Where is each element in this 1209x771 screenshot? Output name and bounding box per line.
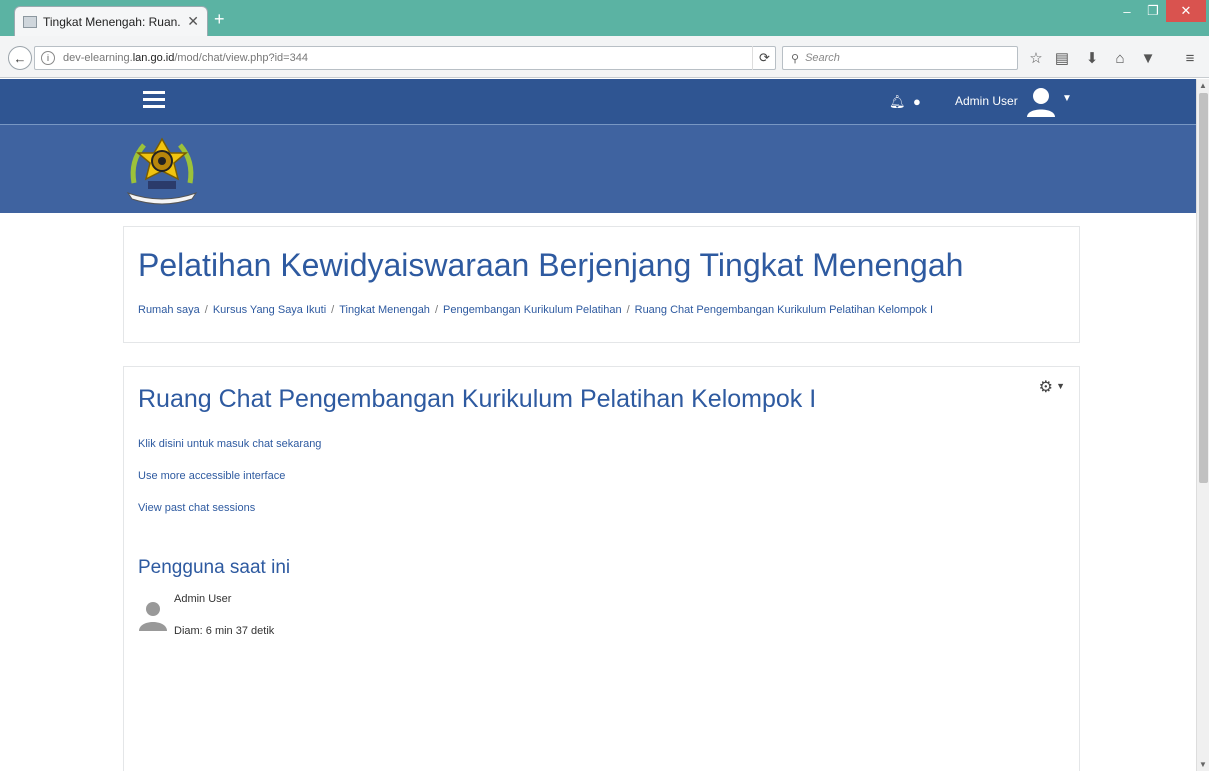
breadcrumb-item-category[interactable]: Tingkat Menengah (339, 304, 430, 316)
past-sessions-link[interactable]: View past chat sessions (138, 502, 255, 514)
url-host: lan.go.id (132, 52, 175, 64)
arrow-left-icon: ← (13, 50, 27, 66)
download-icon[interactable]: ⬇ (1080, 46, 1104, 70)
back-button[interactable]: ← (8, 46, 32, 70)
search-placeholder: Search (805, 52, 840, 64)
reload-icon: ⟳ (759, 50, 770, 65)
chevron-down-icon[interactable]: ▼ (1062, 93, 1072, 104)
scroll-down-icon[interactable]: ▼ (1197, 760, 1209, 769)
hamburger-menu-icon[interactable] (143, 91, 165, 109)
address-bar[interactable]: i dev-elearning. lan.go.id/mod/chat/view.… (34, 46, 776, 70)
tab-title: Tingkat Menengah: Ruan... (43, 14, 182, 29)
accessible-interface-link[interactable]: Use more accessible interface (138, 470, 285, 482)
breadcrumb-item-activity[interactable]: Ruang Chat Pengembangan Kurikulum Pelati… (635, 304, 933, 316)
user-menu-name[interactable]: Admin User (955, 94, 1018, 108)
gear-icon[interactable]: ⚙ (1039, 377, 1053, 397)
breadcrumb-separator: / (626, 304, 630, 316)
site-navbar: 🔔︎ ● Admin User ▼ (0, 79, 1196, 125)
site-logo[interactable] (120, 131, 204, 209)
current-user-name[interactable]: Admin User (174, 593, 231, 605)
url-prefix: dev-elearning. (63, 52, 133, 64)
scroll-thumb[interactable] (1199, 93, 1208, 483)
breadcrumb-separator: / (434, 304, 438, 316)
browser-tab-bar: Tingkat Menengah: Ruan... ✕ + – ❐ ✕ (0, 0, 1209, 36)
current-user-idle-time: Diam: 6 min 37 detik (174, 625, 275, 637)
window-maximize-button[interactable]: ❐ (1140, 0, 1166, 22)
browser-nav-bar: ← i dev-elearning. lan.go.id/mod/chat/vie… (0, 36, 1209, 78)
search-icon: ⚲ (791, 52, 800, 65)
breadcrumb-separator: / (331, 304, 335, 316)
window-minimize-button[interactable]: – (1114, 0, 1140, 22)
page-header: Pelatihan Kewidyaiswaraan Berjenjang Tin… (123, 226, 1080, 343)
breadcrumb-separator: / (204, 304, 208, 316)
new-tab-button[interactable]: + (214, 9, 225, 30)
page-favicon-icon (23, 15, 37, 28)
scroll-up-icon[interactable]: ▲ (1197, 81, 1209, 90)
notification-bell-icon[interactable]: 🔔︎ (889, 94, 906, 110)
breadcrumb-item-course[interactable]: Pengembangan Kurikulum Pelatihan (443, 304, 622, 316)
avatar[interactable] (138, 599, 168, 633)
breadcrumb-item-home[interactable]: Rumah saya (138, 304, 200, 316)
user-avatar-icon[interactable] (1024, 85, 1058, 119)
message-bubble-icon[interactable]: ● (913, 94, 921, 109)
tab-close-icon[interactable]: ✕ (187, 13, 199, 30)
window-close-button[interactable]: ✕ (1166, 0, 1206, 22)
page-title: Pelatihan Kewidyaiswaraan Berjenjang Tin… (138, 247, 964, 283)
reading-list-icon[interactable]: ▤ (1050, 46, 1074, 70)
activity-title: Ruang Chat Pengembangan Kurikulum Pelati… (138, 385, 817, 413)
current-users-heading: Pengguna saat ini (138, 557, 291, 578)
browser-tab[interactable]: Tingkat Menengah: Ruan... ✕ (14, 6, 208, 36)
pocket-icon[interactable]: ▼ (1136, 46, 1160, 70)
url-path: /mod/chat/view.php?id=344 (174, 52, 308, 64)
home-icon[interactable]: ⌂ (1108, 46, 1132, 70)
enter-chat-link[interactable]: Klik disini untuk masuk chat sekarang (138, 438, 321, 450)
main-content: ⚙ ▼ Ruang Chat Pengembangan Kurikulum Pe… (123, 366, 1080, 771)
bookmark-star-icon[interactable]: ☆ (1024, 46, 1048, 70)
menu-icon[interactable]: ≡ (1178, 46, 1202, 70)
search-input[interactable]: ⚲ Search (782, 46, 1018, 70)
chevron-down-icon[interactable]: ▼ (1056, 381, 1065, 391)
reload-button[interactable]: ⟳ (752, 46, 776, 70)
breadcrumb-item-my-courses[interactable]: Kursus Yang Saya Ikuti (213, 304, 326, 316)
site-info-icon[interactable]: i (41, 51, 55, 65)
site-banner (0, 125, 1196, 213)
breadcrumb: Rumah saya / Kursus Yang Saya Ikuti / Tingka… (138, 304, 933, 316)
page-scrollbar[interactable]: ▲ ▼ (1196, 79, 1209, 771)
